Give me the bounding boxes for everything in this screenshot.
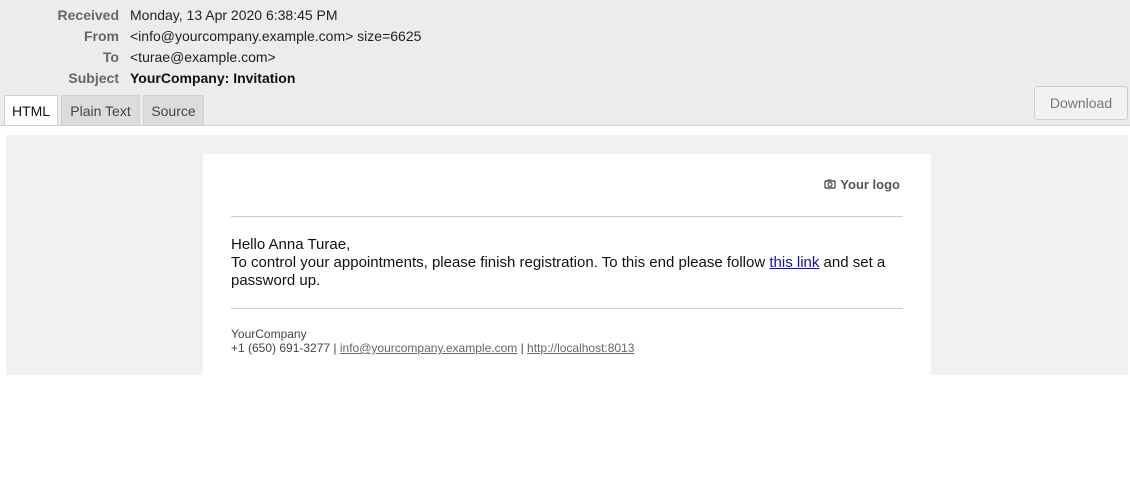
subject-value: YourCompany: Invitation [130, 70, 296, 86]
tab-divider [0, 125, 1130, 126]
footer-separator: | [517, 341, 528, 355]
footer-website-link[interactable]: http://localhost:8013 [527, 341, 634, 355]
divider-bottom [231, 308, 903, 309]
from-value: <info@yourcompany.example.com> size=6625 [130, 28, 422, 44]
divider-top [231, 216, 903, 217]
message-header: Received Monday, 13 Apr 2020 6:38:45 PM … [0, 0, 1130, 126]
received-value: Monday, 13 Apr 2020 6:38:45 PM [130, 7, 338, 23]
greeting-text: Hello Anna Turae, [231, 236, 351, 253]
footer-email-link[interactable]: info@yourcompany.example.com [340, 341, 517, 355]
to-value: <turae@example.com> [130, 49, 276, 65]
download-button[interactable]: Download [1034, 86, 1128, 120]
footer-company: YourCompany [231, 327, 307, 341]
subject-label: Subject [68, 70, 119, 86]
email-card: Your logo Hello Anna Turae, To control y… [203, 154, 931, 375]
logo-text: Your logo [840, 177, 900, 192]
tab-plain-text[interactable]: Plain Text [61, 95, 140, 125]
email-footer: YourCompany +1 (650) 691-3277 | info@you… [231, 327, 634, 355]
tab-source[interactable]: Source [143, 95, 204, 125]
email-body: Hello Anna Turae, To control your appoin… [231, 236, 903, 290]
company-logo: Your logo [824, 177, 900, 192]
footer-phone: +1 (650) 691-3277 [231, 341, 331, 355]
from-label: From [84, 28, 119, 44]
body-text-before-link: To control your appointments, please fin… [231, 254, 770, 271]
to-label: To [102, 49, 119, 65]
registration-link[interactable]: this link [769, 254, 819, 271]
footer-separator: | [330, 341, 340, 355]
camera-icon [824, 178, 836, 190]
received-label: Received [57, 7, 119, 23]
html-preview-pane: Your logo Hello Anna Turae, To control y… [6, 135, 1128, 375]
footer-contacts: +1 (650) 691-3277 | info@yourcompany.exa… [231, 341, 634, 355]
tab-html[interactable]: HTML [4, 95, 58, 126]
body-paragraph: To control your appointments, please fin… [231, 254, 903, 290]
